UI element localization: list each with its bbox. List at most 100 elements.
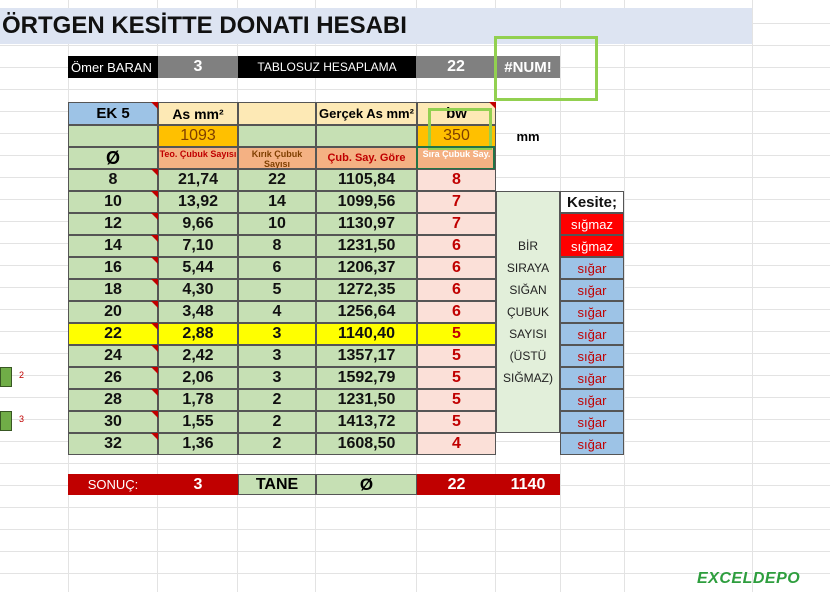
mode-num-cell[interactable]: 22 xyxy=(416,56,496,78)
kirik-cell[interactable]: 3 xyxy=(238,323,316,345)
sira-cell[interactable]: 5 xyxy=(417,411,496,433)
kirik-cell[interactable]: 2 xyxy=(238,411,316,433)
empty-cell[interactable] xyxy=(238,125,316,147)
diameter-cell[interactable]: 30 xyxy=(68,411,158,433)
side-note-cell[interactable]: BİR SIRAYA SIĞAN ÇUBUK SAYISI (ÜSTÜ SIĞMAZ) xyxy=(496,191,560,433)
result-tane[interactable]: TANE xyxy=(238,474,316,495)
ek-label[interactable]: EK 5 xyxy=(68,102,158,125)
diameter-cell[interactable]: 28 xyxy=(68,389,158,411)
result-area[interactable]: 1140 xyxy=(496,474,560,495)
empty-header-cell[interactable] xyxy=(238,102,316,125)
gercek-cell[interactable]: 1099,56 xyxy=(316,191,417,213)
teo-cell[interactable]: 2,42 xyxy=(158,345,238,367)
sira-cell[interactable]: 5 xyxy=(417,323,496,345)
result-label[interactable]: SONUÇ: xyxy=(68,474,158,495)
kirik-header[interactable]: Kırık Çubuk Sayısı xyxy=(238,147,316,169)
gercek-cell[interactable]: 1413,72 xyxy=(316,411,417,433)
kesite-status-cell[interactable]: sığar xyxy=(560,323,624,345)
sira-cell[interactable]: 7 xyxy=(417,191,496,213)
kesite-status-cell[interactable]: sığar xyxy=(560,257,624,279)
diameter-cell[interactable]: 12 xyxy=(68,213,158,235)
kesite-status-cell[interactable]: sığar xyxy=(560,301,624,323)
kesite-status-cell[interactable]: sığmaz xyxy=(560,213,624,235)
gercek-cell[interactable]: 1206,37 xyxy=(316,257,417,279)
gercek-cell[interactable]: 1592,79 xyxy=(316,367,417,389)
kirik-cell[interactable]: 2 xyxy=(238,433,316,455)
diameter-cell[interactable]: 32 xyxy=(68,433,158,455)
gercek-cell[interactable]: 1231,50 xyxy=(316,389,417,411)
diameter-cell[interactable]: 22 xyxy=(68,323,158,345)
author-cell[interactable]: Ömer BARAN xyxy=(68,56,158,78)
result-diameter[interactable]: 22 xyxy=(417,474,496,495)
author-num-cell[interactable]: 3 xyxy=(158,56,238,78)
sira-cell[interactable]: 6 xyxy=(417,257,496,279)
result-count[interactable]: 3 xyxy=(158,474,238,495)
teo-cell[interactable]: 1,78 xyxy=(158,389,238,411)
kesite-status-cell[interactable]: sığar xyxy=(560,389,624,411)
kirik-cell[interactable]: 4 xyxy=(238,301,316,323)
kirik-cell[interactable]: 10 xyxy=(238,213,316,235)
teo-cell[interactable]: 2,88 xyxy=(158,323,238,345)
kesite-status-cell[interactable]: sığar xyxy=(560,433,624,455)
teo-cell[interactable]: 9,66 xyxy=(158,213,238,235)
sira-cell[interactable]: 8 xyxy=(417,169,496,191)
kirik-cell[interactable]: 3 xyxy=(238,345,316,367)
gercek-cell[interactable]: 1140,40 xyxy=(316,323,417,345)
diameter-cell[interactable]: 18 xyxy=(68,279,158,301)
kirik-cell[interactable]: 22 xyxy=(238,169,316,191)
sira-cell[interactable]: 6 xyxy=(417,235,496,257)
diameter-cell[interactable]: 8 xyxy=(68,169,158,191)
kirik-cell[interactable]: 5 xyxy=(238,279,316,301)
diameter-cell[interactable]: 14 xyxy=(68,235,158,257)
gercek-cell[interactable]: 1608,50 xyxy=(316,433,417,455)
kirik-cell[interactable]: 14 xyxy=(238,191,316,213)
teo-cell[interactable]: 7,10 xyxy=(158,235,238,257)
gercek-cell[interactable]: 1231,50 xyxy=(316,235,417,257)
teo-cell[interactable]: 13,92 xyxy=(158,191,238,213)
teo-cell[interactable]: 1,55 xyxy=(158,411,238,433)
as-input-cell[interactable]: 1093 xyxy=(158,125,238,147)
cub-say-header[interactable]: Çub. Say. Göre xyxy=(316,147,417,169)
sira-cell[interactable]: 5 xyxy=(417,367,496,389)
gercek-as-label[interactable]: Gerçek As mm² xyxy=(316,102,417,125)
kesite-header[interactable]: Kesite; xyxy=(560,191,624,213)
teo-cell[interactable]: 2,06 xyxy=(158,367,238,389)
diameter-cell[interactable]: 16 xyxy=(68,257,158,279)
teo-cell[interactable]: 1,36 xyxy=(158,433,238,455)
empty-cell[interactable] xyxy=(316,125,417,147)
sira-cell[interactable]: 6 xyxy=(417,279,496,301)
sira-cell[interactable]: 5 xyxy=(417,389,496,411)
as-label[interactable]: As mm² xyxy=(158,102,238,125)
kesite-status-cell[interactable]: sığar xyxy=(560,411,624,433)
gercek-cell[interactable]: 1256,64 xyxy=(316,301,417,323)
gercek-cell[interactable]: 1105,84 xyxy=(316,169,417,191)
kesite-status-cell[interactable]: sığmaz xyxy=(560,235,624,257)
diameter-cell[interactable]: 24 xyxy=(68,345,158,367)
kirik-cell[interactable]: 6 xyxy=(238,257,316,279)
mode-cell[interactable]: TABLOSUZ HESAPLAMA xyxy=(238,56,416,78)
teo-header[interactable]: Teo. Çubuk Sayısı xyxy=(158,147,238,169)
sira-cell[interactable]: 7 xyxy=(417,213,496,235)
sira-cell[interactable]: 4 xyxy=(417,433,496,455)
kirik-cell[interactable]: 2 xyxy=(238,389,316,411)
gercek-cell[interactable]: 1357,17 xyxy=(316,345,417,367)
gercek-cell[interactable]: 1130,97 xyxy=(316,213,417,235)
kirik-cell[interactable]: 3 xyxy=(238,367,316,389)
phi-header[interactable]: Ø xyxy=(68,147,158,169)
kirik-cell[interactable]: 8 xyxy=(238,235,316,257)
kesite-status-cell[interactable]: sığar xyxy=(560,345,624,367)
teo-cell[interactable]: 3,48 xyxy=(158,301,238,323)
teo-cell[interactable]: 4,30 xyxy=(158,279,238,301)
teo-cell[interactable]: 21,74 xyxy=(158,169,238,191)
sira-cell[interactable]: 6 xyxy=(417,301,496,323)
gercek-cell[interactable]: 1272,35 xyxy=(316,279,417,301)
teo-cell[interactable]: 5,44 xyxy=(158,257,238,279)
diameter-cell[interactable]: 20 xyxy=(68,301,158,323)
result-phi[interactable]: Ø xyxy=(316,474,417,495)
diameter-cell[interactable]: 10 xyxy=(68,191,158,213)
empty-cell[interactable] xyxy=(68,125,158,147)
sira-cell[interactable]: 5 xyxy=(417,345,496,367)
kesite-status-cell[interactable]: sığar xyxy=(560,367,624,389)
diameter-cell[interactable]: 26 xyxy=(68,367,158,389)
kesite-status-cell[interactable]: sığar xyxy=(560,279,624,301)
